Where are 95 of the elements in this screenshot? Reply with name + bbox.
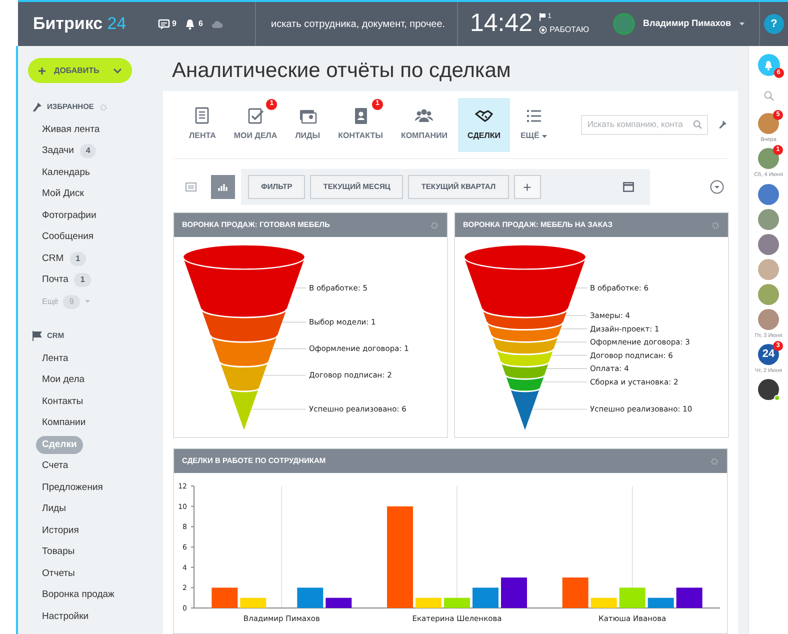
search-icon: [693, 120, 702, 129]
leader-line: [550, 354, 588, 356]
leader-line: [546, 368, 588, 369]
sidebar-item[interactable]: Лиды: [28, 502, 66, 516]
chevron-down-icon: [113, 68, 122, 74]
chat-icon: [158, 18, 170, 30]
window-icon[interactable]: [623, 182, 634, 192]
leader-line: [282, 322, 306, 323]
people-icon: [415, 107, 434, 125]
sidebar-item[interactable]: Фотографии: [28, 208, 96, 223]
search-placeholder: искать сотрудника, документ, прочее.: [271, 18, 446, 32]
user-name: Владимир Пимахов: [643, 17, 732, 30]
tab-label: КОМПАНИИ: [400, 130, 448, 142]
sidebar-item[interactable]: Предложения: [28, 480, 103, 495]
leader-line: [272, 348, 306, 350]
leader-line: [564, 315, 588, 316]
count-badge: 4: [80, 144, 96, 158]
search-icon[interactable]: [764, 91, 774, 101]
chart-view-button[interactable]: [211, 175, 235, 199]
sidebar-item[interactable]: Почта: [28, 273, 68, 288]
clock-time: 14:42: [470, 8, 533, 40]
crm-tab[interactable]: ЛЕНТА: [181, 98, 224, 152]
leader-line: [250, 408, 306, 410]
leader-line: [542, 381, 588, 382]
add-filter-button[interactable]: +: [514, 175, 541, 199]
sidebar-item[interactable]: Мои дела: [28, 373, 85, 388]
sidebar-item[interactable]: Счета: [28, 459, 68, 474]
pin-icon[interactable]: [718, 120, 728, 129]
bell-icon: [184, 18, 196, 30]
sidebar-item[interactable]: История: [28, 524, 79, 538]
tab-label: ЛЕНТА: [189, 130, 216, 142]
logo-text[interactable]: Битрикс 24: [33, 11, 126, 37]
crm-tab[interactable]: СДЕЛКИ: [458, 98, 510, 152]
sidebar-item[interactable]: Настройки: [28, 610, 89, 624]
sidebar-item[interactable]: Контакты: [28, 394, 84, 409]
settings-icon[interactable]: [711, 220, 720, 230]
counter-number: 6: [198, 18, 203, 30]
bell-counter[interactable]: 6: [184, 18, 203, 30]
count-badge: 1: [74, 273, 91, 288]
tab-label: СДЕЛКИ: [468, 130, 500, 142]
caret-icon: [84, 300, 90, 303]
count-badge: 1: [70, 252, 86, 266]
cloud-icon: [210, 18, 223, 30]
settings-icon[interactable]: [98, 102, 108, 112]
dropdown-icon[interactable]: [710, 180, 724, 194]
sidebar-item[interactable]: Живая лента: [28, 122, 100, 137]
cards-icon: [298, 107, 317, 125]
flag-icon: [538, 13, 546, 21]
chat-counter[interactable]: 9: [158, 18, 176, 30]
user-avatar: [613, 13, 635, 35]
handshake-icon: [474, 107, 493, 125]
record-icon: [538, 26, 547, 34]
leader-line: [560, 328, 588, 330]
sidebar-item[interactable]: Сообщения: [28, 230, 94, 244]
list-icon: [185, 181, 197, 193]
sidebar-item[interactable]: Мой Диск: [28, 187, 84, 202]
leader-line: [262, 374, 306, 376]
sidebar-item[interactable]: Товары: [28, 545, 75, 560]
settings-icon[interactable]: [430, 220, 439, 230]
list-icon: [524, 107, 543, 125]
caret-icon: [739, 22, 746, 26]
document-icon: [193, 107, 212, 125]
sidebar-item[interactable]: Отчеты: [28, 566, 75, 581]
bar-chart-icon: [217, 181, 229, 193]
leader-line: [532, 408, 588, 410]
plus-icon: [38, 66, 46, 74]
bell-icon: [763, 60, 774, 70]
sidebar-item[interactable]: Компании: [28, 416, 86, 430]
settings-icon[interactable]: [710, 456, 719, 466]
pin-icon: [32, 102, 42, 112]
tab-label: ЛИДЫ: [295, 130, 320, 142]
tab-label: МОИ ДЕЛА: [234, 130, 278, 142]
status-button[interactable]: РАБОТАЮ: [538, 24, 590, 36]
status-label: РАБОТАЮ: [550, 24, 590, 36]
page-title: Аналитические отчёты по сделкам: [171, 58, 512, 84]
add-button[interactable]: ДОБАВИТЬ: [28, 58, 132, 83]
sidebar-item[interactable]: Лента: [28, 352, 68, 366]
sidebar-item[interactable]: Воронка продаж: [28, 588, 114, 602]
crm-tab[interactable]: ЛИДЫ: [287, 98, 328, 152]
count-badge: 9: [63, 294, 80, 308]
crm-tab[interactable]: КОМПАНИИ: [392, 98, 456, 152]
tab-label: КОНТАКТЫ: [338, 130, 383, 142]
counter-number: 9: [172, 18, 176, 30]
cloud-counter[interactable]: [210, 18, 223, 30]
crm-tab[interactable]: ЕЩЁ: [512, 98, 556, 152]
search-placeholder: Искать компанию, конта: [587, 118, 684, 131]
tab-label: ЕЩЁ: [520, 130, 540, 142]
sidebar-item[interactable]: Календарь: [28, 166, 90, 180]
sidebar-item[interactable]: CRM: [28, 252, 64, 266]
flag-icon: [32, 331, 42, 341]
caret-icon: [542, 134, 548, 138]
checklist-icon: [246, 107, 265, 125]
sidebar-item[interactable]: Задачи: [28, 144, 74, 158]
chat-avatar[interactable]: [758, 379, 779, 400]
logo-text: 24: [762, 347, 775, 362]
